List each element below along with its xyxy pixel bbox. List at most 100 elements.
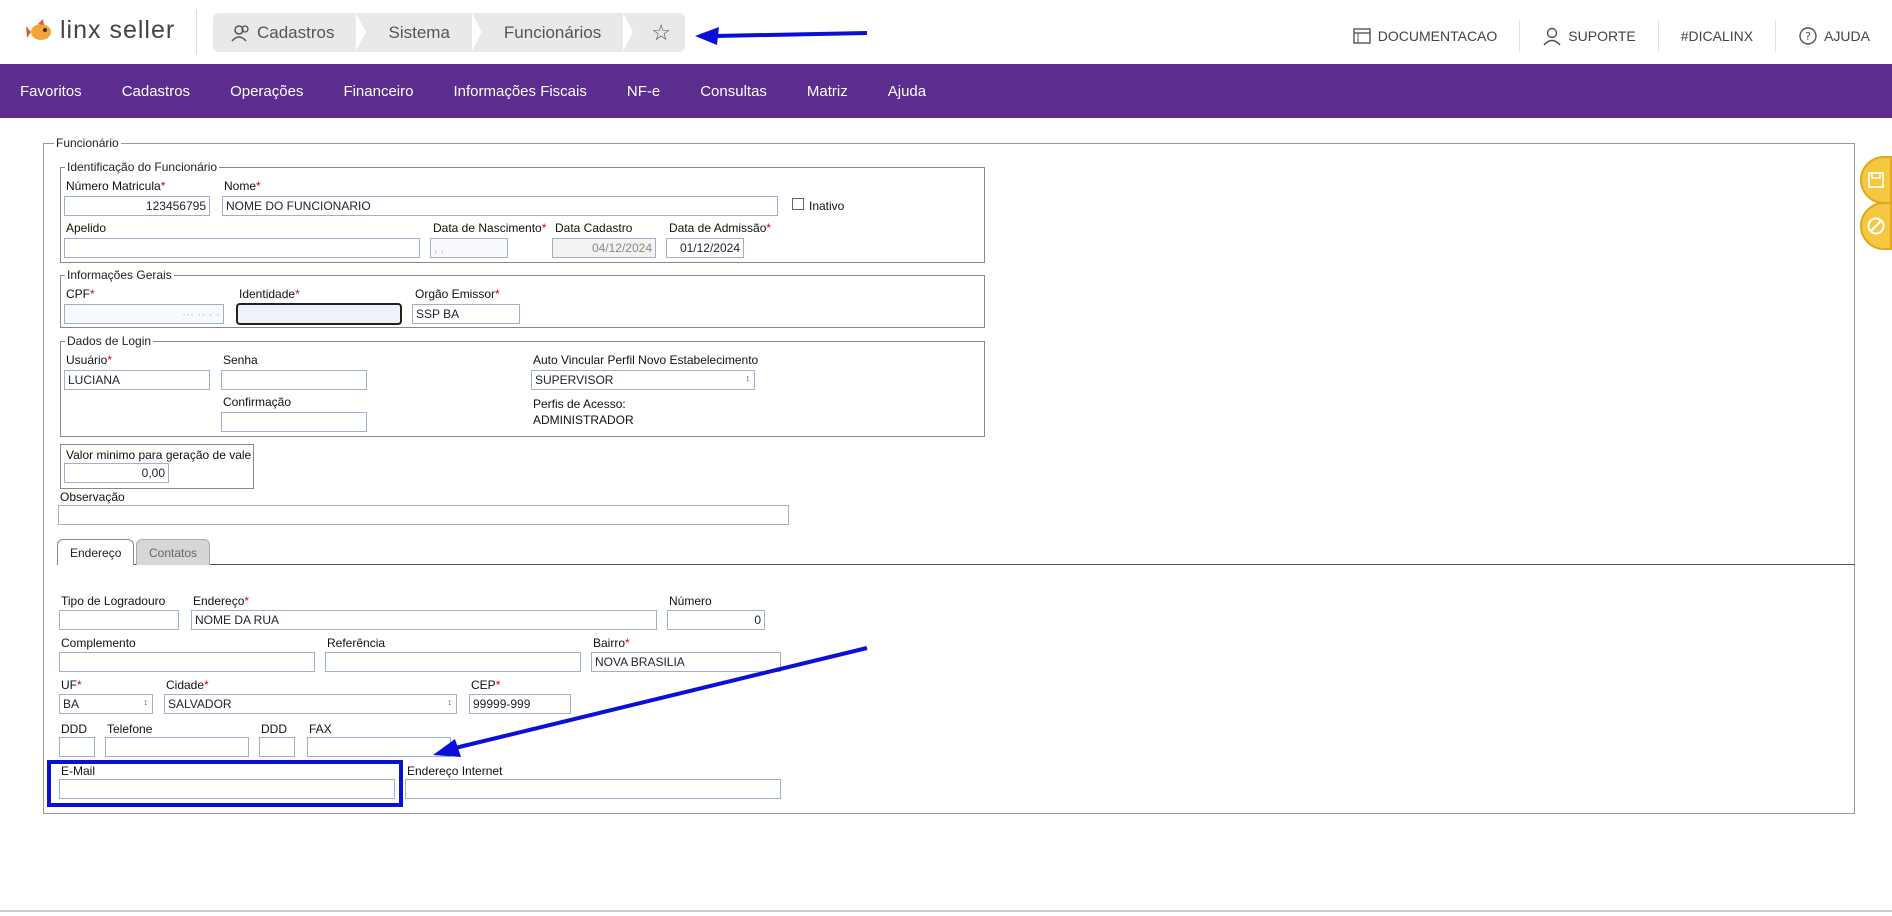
senha-input[interactable] — [221, 370, 367, 390]
breadcrumb-label: Cadastros — [257, 22, 335, 42]
login-legend: Dados de Login — [65, 334, 154, 348]
tab-contatos[interactable]: Contatos — [136, 539, 211, 565]
nav-matriz[interactable]: Matriz — [787, 83, 868, 100]
observacao-input[interactable] — [58, 505, 789, 525]
uf-label: UF* — [61, 678, 82, 692]
nav-financeiro[interactable]: Financeiro — [323, 83, 433, 100]
identificacao-legend: Identificação do Funcionário — [65, 160, 220, 174]
breadcrumb-cadastros[interactable]: Cadastros — [213, 13, 367, 52]
tipo-logradouro-input[interactable] — [59, 610, 179, 630]
numero-label: Número — [669, 594, 712, 608]
perfis-acesso-value: ADMINISTRADOR — [533, 413, 634, 427]
nav-operacoes[interactable]: Operações — [210, 83, 323, 100]
gerais-legend: Informações Gerais — [65, 268, 174, 282]
users-icon — [231, 24, 249, 42]
endereco-label: Endereço* — [193, 594, 250, 608]
endereco-input[interactable]: NOME DA RUA — [191, 610, 657, 630]
user-icon — [1543, 27, 1561, 46]
matricula-label: Número Matricula* — [66, 179, 166, 193]
nav-ajuda[interactable]: Ajuda — [868, 83, 946, 100]
email-highlight-box — [47, 760, 403, 807]
ddd2-input[interactable] — [259, 737, 295, 757]
documentacao-link[interactable]: DOCUMENTACAO — [1330, 20, 1520, 52]
endereco-internet-label: Endereço Internet — [407, 764, 503, 778]
suporte-label: SUPORTE — [1568, 28, 1636, 44]
nascimento-input[interactable]: , , — [430, 238, 508, 258]
nav-consultas[interactable]: Consultas — [680, 83, 787, 100]
top-header: linx seller Cadastros Sistema Funcionári… — [0, 0, 1892, 64]
main-nav: Favoritos Cadastros Operações Financeiro… — [0, 64, 1892, 118]
star-icon[interactable]: ☆ — [627, 20, 671, 46]
nav-cadastros[interactable]: Cadastros — [102, 83, 210, 100]
tab-endereco[interactable]: Endereço — [57, 539, 135, 565]
admissao-input[interactable]: 01/12/2024 — [666, 238, 744, 258]
help-icon: ? — [1799, 27, 1817, 45]
documentacao-label: DOCUMENTACAO — [1377, 28, 1498, 44]
save-icon — [1868, 172, 1884, 188]
referencia-label: Referência — [327, 636, 386, 650]
logo-text: linx seller — [60, 16, 176, 44]
logo-divider — [196, 10, 197, 54]
fish-logo-icon — [26, 18, 51, 40]
suporte-link[interactable]: SUPORTE — [1519, 20, 1657, 52]
identidade-label: Identidade* — [239, 287, 300, 301]
tabs-bar: Endereço Contatos — [57, 539, 1855, 565]
cidade-select[interactable]: SALVADOR — [164, 694, 457, 714]
dicalinx-link[interactable]: #DICALINX — [1657, 20, 1775, 52]
ddd-label: DDD — [61, 722, 87, 736]
tipo-logradouro-label: Tipo de Logradouro — [61, 594, 166, 608]
informacoes-gerais-fieldset: Informações Gerais CPF* ··· ·· · · Ident… — [60, 268, 985, 328]
confirmacao-input[interactable] — [221, 412, 367, 432]
cpf-label: CPF* — [66, 287, 95, 301]
orgao-emissor-label: Orgão Emissor* — [415, 287, 500, 301]
admissao-label: Data de Admissão* — [669, 221, 772, 235]
auto-vincular-select[interactable]: SUPERVISOR — [531, 370, 755, 390]
endereco-internet-input[interactable] — [405, 779, 781, 799]
ajuda-label: AJUDA — [1824, 28, 1870, 44]
inativo-checkbox[interactable] — [792, 198, 804, 210]
usuario-label: Usuário* — [66, 353, 113, 367]
nav-nfe[interactable]: NF-e — [607, 83, 680, 100]
svg-text:?: ? — [1805, 30, 1811, 43]
senha-label: Senha — [223, 353, 258, 367]
bottom-divider — [0, 910, 1892, 912]
save-button[interactable] — [1860, 156, 1892, 204]
nav-informacoes-fiscais[interactable]: Informações Fiscais — [433, 83, 606, 100]
uf-select[interactable]: BA — [59, 694, 153, 714]
vale-input[interactable]: 0,00 — [64, 463, 169, 483]
cadastro-input: 04/12/2024 — [552, 238, 656, 258]
perfis-acesso-label: Perfis de Acesso: — [533, 397, 626, 411]
dicalinx-label: #DICALINX — [1680, 28, 1754, 44]
nome-label: Nome* — [224, 179, 261, 193]
nascimento-label: Data de Nascimento* — [433, 221, 547, 235]
cancel-button[interactable] — [1860, 202, 1892, 250]
orgao-emissor-input[interactable]: SSP BA — [412, 304, 520, 324]
ajuda-link[interactable]: ? AJUDA — [1775, 20, 1892, 52]
cpf-input[interactable]: ··· ·· · · — [64, 304, 224, 324]
breadcrumb-label: Sistema — [388, 22, 450, 42]
vale-box: Valor minimo para geração de vale 0,00 — [60, 444, 254, 489]
identificacao-fieldset: Identificação do Funcionário Número Matr… — [60, 160, 985, 263]
apelido-input[interactable] — [64, 238, 420, 258]
usuario-input[interactable]: LUCIANA — [64, 370, 210, 390]
inativo-label: Inativo — [809, 199, 845, 213]
breadcrumb-sistema[interactable]: Sistema — [360, 13, 483, 52]
matricula-input[interactable]: 123456795 — [64, 196, 210, 216]
annotation-arrow-icon — [433, 646, 868, 757]
vale-label: Valor minimo para geração de vale — [66, 448, 252, 462]
telefone-input[interactable] — [105, 737, 249, 757]
auto-vincular-label: Auto Vincular Perfil Novo Estabeleciment… — [533, 353, 759, 367]
complemento-label: Complemento — [61, 636, 136, 650]
breadcrumb: Cadastros Sistema Funcionários ☆ — [213, 13, 685, 52]
funcionario-fieldset: Funcionário Identificação do Funcionário… — [43, 136, 1855, 814]
top-links: DOCUMENTACAO SUPORTE #DICALINX ? AJUDA — [1330, 20, 1892, 52]
nav-favoritos[interactable]: Favoritos — [0, 83, 102, 100]
ddd-input[interactable] — [59, 737, 95, 757]
identidade-input[interactable] — [236, 303, 402, 325]
nome-input[interactable]: NOME DO FUNCIONARIO — [222, 196, 778, 216]
linx-logo[interactable]: linx seller — [26, 10, 197, 54]
numero-input[interactable]: 0 — [667, 610, 765, 630]
annotation-arrow-icon — [695, 27, 868, 45]
complemento-input[interactable] — [59, 652, 315, 672]
breadcrumb-funcionarios[interactable]: Funcionários — [476, 13, 634, 52]
